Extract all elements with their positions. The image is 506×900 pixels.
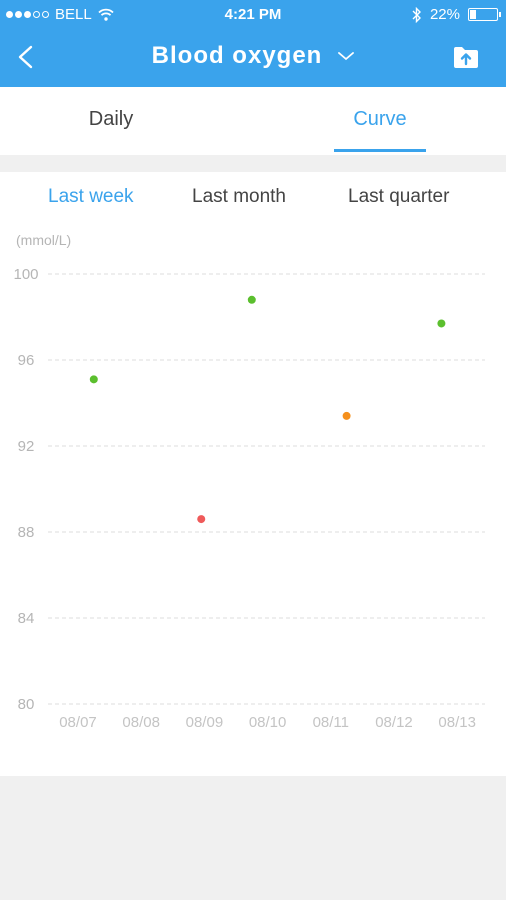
folder-upload-icon — [454, 47, 478, 68]
y-tick-label: 88 — [18, 524, 35, 541]
upload-button[interactable] — [452, 44, 480, 70]
battery-icon — [468, 8, 501, 21]
x-tick-label: 08/11 — [313, 714, 349, 731]
bluetooth-icon — [412, 6, 421, 23]
chevron-down-icon — [338, 52, 355, 61]
data-point — [437, 319, 446, 328]
data-point — [342, 411, 351, 420]
y-tick-label: 80 — [18, 696, 35, 713]
page-title: Blood oxygen — [151, 42, 323, 69]
status-bar: BELL 4:21 PM 22% — [0, 0, 506, 30]
status-right: 22% — [412, 6, 501, 23]
battery-percent: 22% — [429, 6, 460, 23]
tab-daily[interactable]: Daily — [0, 87, 222, 155]
data-point — [197, 515, 206, 524]
y-tick-label: 96 — [18, 352, 35, 369]
x-tick-label: 08/09 — [186, 714, 224, 731]
x-tick-label: 08/10 — [249, 714, 287, 731]
data-point — [89, 375, 98, 384]
y-tick-label: 100 — [13, 266, 38, 283]
x-tick-label: 08/08 — [122, 714, 160, 731]
active-tab-indicator — [334, 149, 426, 152]
title-bar: Blood oxygen — [0, 42, 506, 70]
y-tick-label: 92 — [18, 438, 35, 455]
app-header: BELL 4:21 PM 22% Blood oxygen — [0, 0, 506, 87]
y-tick-label: 84 — [18, 610, 35, 627]
battery-fill — [470, 10, 476, 19]
data-point — [247, 295, 256, 304]
tab-curve[interactable]: Curve — [292, 87, 468, 155]
view-tabs: Daily Curve — [0, 87, 506, 155]
title-dropdown[interactable]: Blood oxygen — [152, 42, 355, 70]
x-tick-label: 08/07 — [59, 714, 97, 731]
x-tick-label: 08/12 — [375, 714, 413, 731]
blood-oxygen-chart: 100 96 92 88 84 80 08/07 08/08 08/09 08/10 08/11 08… — [13, 266, 485, 731]
x-tick-label: 08/13 — [438, 714, 476, 731]
